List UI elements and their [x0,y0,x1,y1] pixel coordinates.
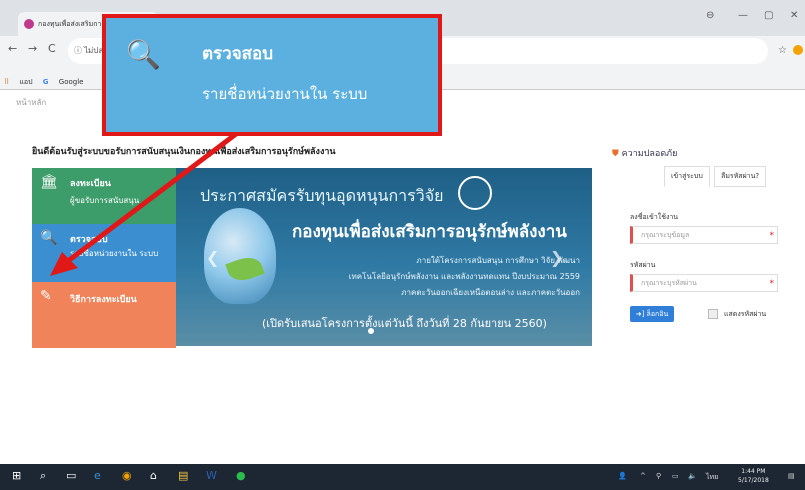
volume-icon[interactable]: 🔈 [688,472,697,480]
battery-icon[interactable]: ▭ [672,472,679,480]
network-icon[interactable]: ⚲ [656,472,661,480]
notifications-icon[interactable]: ▤ [788,472,795,480]
search-icon[interactable]: ⌕ [40,469,46,483]
line-icon[interactable]: ● [236,469,246,482]
clock-time: 1:44 PM [741,468,766,475]
callout-search-icon: 🔍 [126,38,161,71]
edge-icon[interactable]: e [94,469,101,482]
windows-start-icon[interactable]: ⊞ [12,469,21,482]
callout-box: 🔍 ตรวจสอบ รายชื่อหน่วยงานใน ระบบ [102,14,442,136]
file-explorer-icon[interactable]: ▤ [178,469,188,482]
people-icon[interactable]: 👤 [618,472,627,480]
task-view-icon[interactable]: ▭ [66,469,76,482]
callout-subtitle: รายชื่อหน่วยงานใน ระบบ [202,85,368,103]
store-icon[interactable]: ⌂ [150,469,157,482]
clock-date: 5/17/2018 [738,477,769,484]
callout-title: ตรวจสอบ [202,44,274,64]
language-indicator[interactable]: ไทย [706,472,718,483]
windows-taskbar: ⊞ ⌕ ▭ e ◉ ⌂ ▤ W ● 👤 ^ ⚲ ▭ 🔈 ไทย 1:44 PM … [0,464,805,490]
taskbar-clock[interactable]: 1:44 PM 5/17/2018 [738,467,769,485]
tray-chevron-icon[interactable]: ^ [640,472,646,480]
chrome-icon[interactable]: ◉ [122,469,132,482]
word-icon[interactable]: W [206,469,217,482]
